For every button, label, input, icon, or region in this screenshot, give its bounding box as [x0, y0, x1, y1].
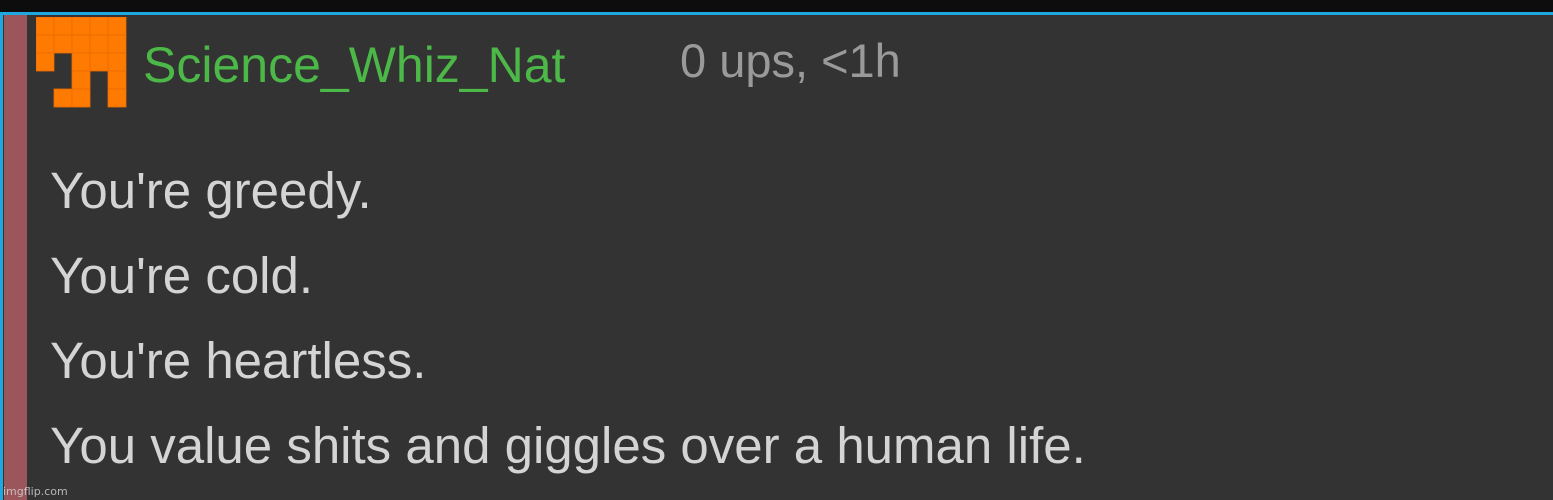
comment-line: You're greedy.: [50, 162, 372, 219]
comment-line: You're heartless.: [50, 332, 427, 389]
pixel-avatar-icon: [35, 16, 127, 108]
top-bar: [0, 0, 1553, 12]
user-avatar[interactable]: [35, 16, 130, 111]
comment-line: You're cold.: [50, 247, 314, 304]
comment-body: You're greedy. You're cold. You're heart…: [50, 148, 1530, 488]
comment-line: You value shits and giggles over a human…: [50, 417, 1086, 474]
imgflip-watermark: imgflip.com: [3, 485, 68, 498]
comment-author-link[interactable]: Science_Whiz_Nat: [143, 36, 565, 94]
comment-depth-bar: [4, 15, 27, 500]
comment-meta: 0 ups, <1h: [680, 34, 901, 87]
